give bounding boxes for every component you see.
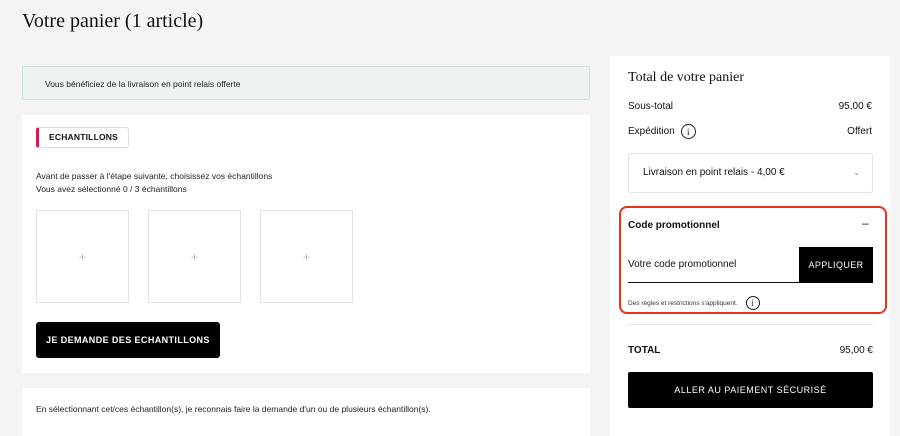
sample-slot-2[interactable]: + bbox=[148, 210, 241, 303]
apply-promo-button[interactable]: APPLIQUER bbox=[799, 247, 873, 283]
shipping-value: Offert bbox=[847, 126, 872, 137]
chevron-down-icon: ⌄ bbox=[853, 168, 860, 177]
subtotal-value: 95,00 € bbox=[838, 101, 872, 112]
total-value: 95,00 € bbox=[839, 345, 873, 356]
page-title: Votre panier (1 article) bbox=[22, 10, 204, 32]
divider bbox=[628, 324, 873, 325]
promo-collapse-toggle[interactable]: – bbox=[862, 216, 869, 230]
sample-slot-1[interactable]: + bbox=[36, 210, 129, 303]
promo-rules: Des règles et restrictions s'appliquent.… bbox=[628, 296, 760, 310]
shipping-option: Livraison en point relais - 4,00 € bbox=[643, 167, 785, 178]
consent-text: En sélectionnant cet/ces échantillon(s),… bbox=[36, 404, 431, 414]
samples-selected-count: Vous avez sélectionné 0 / 3 échantillons bbox=[36, 184, 187, 194]
total-label: TOTAL bbox=[628, 345, 661, 356]
promo-rules-text: Des règles et restrictions s'appliquent. bbox=[628, 299, 738, 307]
total-row: TOTAL 95,00 € bbox=[628, 345, 873, 356]
request-samples-button[interactable]: JE DEMANDE DES ECHANTILLONS bbox=[36, 322, 220, 358]
subtotal-row: Sous-total 95,00 € bbox=[628, 101, 872, 112]
plus-icon: + bbox=[78, 249, 86, 264]
shipping-method-select[interactable]: Livraison en point relais - 4,00 € ⌄ bbox=[628, 153, 873, 193]
consent-card: En sélectionnant cet/ces échantillon(s),… bbox=[22, 388, 590, 436]
info-icon[interactable]: i bbox=[745, 296, 760, 310]
promo-code-input[interactable] bbox=[628, 247, 799, 283]
shipping-label: Expédition bbox=[628, 126, 675, 138]
sample-slot-3[interactable]: + bbox=[260, 210, 353, 303]
samples-intro-line1: Avant de passer à l'étape suivante, choi… bbox=[36, 171, 273, 181]
info-icon[interactable]: i bbox=[680, 124, 696, 139]
samples-intro: Avant de passer à l'étape suivante, choi… bbox=[36, 170, 272, 196]
shipping-row: Expédition i Offert bbox=[628, 124, 872, 139]
free-shipping-banner: Vous bénéficiez de la livraison en point… bbox=[22, 66, 590, 100]
secure-checkout-button[interactable]: ALLER AU PAIEMENT SÉCURISÉ bbox=[628, 372, 873, 408]
summary-title: Total de votre panier bbox=[628, 70, 745, 85]
plus-icon: + bbox=[190, 249, 198, 264]
subtotal-label: Sous-total bbox=[628, 101, 674, 112]
samples-tag: ECHANTILLONS bbox=[36, 127, 129, 148]
promo-title: Code promotionnel bbox=[628, 220, 720, 231]
plus-icon: + bbox=[302, 249, 310, 264]
samples-card: ECHANTILLONS Avant de passer à l'étape s… bbox=[22, 115, 590, 373]
